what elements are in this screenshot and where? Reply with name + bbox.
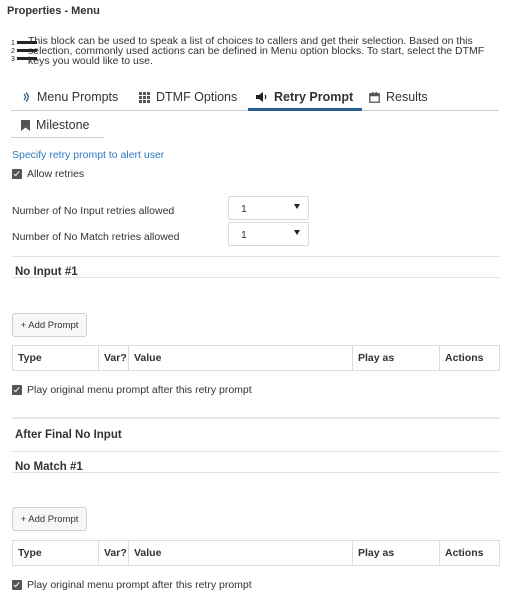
prompt-table-header: Type Var? Value Play as Actions bbox=[12, 345, 500, 371]
svg-text:2: 2 bbox=[11, 48, 15, 55]
chevron-down-icon bbox=[294, 230, 300, 235]
active-tab-indicator bbox=[248, 108, 362, 111]
retry-hint: Specify retry prompt to alert user bbox=[12, 149, 165, 161]
no-input-retries-label: Number of No Input retries allowed bbox=[12, 205, 175, 217]
tab-dtmf-options[interactable]: DTMF Options bbox=[139, 90, 237, 104]
bookmark-icon bbox=[21, 119, 30, 131]
chevron-down-icon bbox=[294, 204, 300, 209]
tab-retry-prompt[interactable]: Retry Prompt bbox=[256, 90, 353, 104]
no-match-retries-label: Number of No Match retries allowed bbox=[12, 231, 180, 243]
after-final-no-input-title: After Final No Input bbox=[15, 429, 122, 441]
divider bbox=[12, 277, 500, 278]
speaker-icon bbox=[256, 92, 267, 102]
tab-menu-prompts[interactable]: Menu Prompts bbox=[21, 90, 118, 104]
divider bbox=[12, 451, 500, 452]
divider bbox=[12, 417, 500, 419]
svg-text:3: 3 bbox=[11, 56, 15, 63]
allow-retries-checkbox[interactable] bbox=[12, 169, 22, 179]
tab-results[interactable]: Results bbox=[369, 90, 428, 104]
panel-title: Properties - Menu bbox=[7, 5, 100, 17]
add-prompt-button[interactable]: + Add Prompt bbox=[12, 313, 87, 337]
column-header-var: Var? bbox=[99, 346, 129, 370]
play-original-row: Play original menu prompt after this ret… bbox=[12, 579, 252, 591]
column-header-actions: Actions bbox=[445, 352, 484, 364]
divider bbox=[12, 256, 500, 257]
no-input-retries-select[interactable]: 1 bbox=[228, 196, 309, 220]
add-prompt-button[interactable]: + Add Prompt bbox=[12, 507, 87, 531]
play-original-checkbox[interactable] bbox=[12, 385, 22, 395]
no-match-retries-select[interactable]: 1 bbox=[228, 222, 309, 246]
column-header-play-as: Play as bbox=[353, 346, 440, 370]
panel-description: This block can be used to speak a list o… bbox=[28, 35, 485, 67]
divider bbox=[12, 472, 500, 473]
svg-text:1: 1 bbox=[11, 40, 15, 47]
column-header-type: Type bbox=[13, 346, 99, 370]
volume-icon bbox=[23, 92, 29, 102]
column-header-actions: Actions bbox=[445, 547, 484, 559]
calendar-icon bbox=[369, 91, 380, 103]
grid-icon bbox=[139, 91, 150, 103]
tab-bar-row2: Milestone bbox=[11, 113, 104, 138]
column-header-value: Value bbox=[129, 346, 353, 370]
allow-retries-row: Allow retries bbox=[12, 168, 84, 180]
allow-retries-label: Allow retries bbox=[27, 168, 85, 180]
column-header-type: Type bbox=[13, 541, 99, 565]
play-original-row: Play original menu prompt after this ret… bbox=[12, 384, 252, 396]
tab-bar: Menu Prompts DTMF Options Retry Prompt R… bbox=[11, 84, 499, 111]
column-header-play-as: Play as bbox=[353, 541, 440, 565]
tab-milestone[interactable]: Milestone bbox=[21, 118, 90, 132]
play-original-checkbox[interactable] bbox=[12, 580, 22, 590]
column-header-var: Var? bbox=[99, 541, 129, 565]
play-original-label: Play original menu prompt after this ret… bbox=[27, 384, 252, 396]
column-header-value: Value bbox=[129, 541, 353, 565]
prompt-table-header: Type Var? Value Play as Actions bbox=[12, 540, 500, 566]
play-original-label: Play original menu prompt after this ret… bbox=[27, 579, 252, 591]
